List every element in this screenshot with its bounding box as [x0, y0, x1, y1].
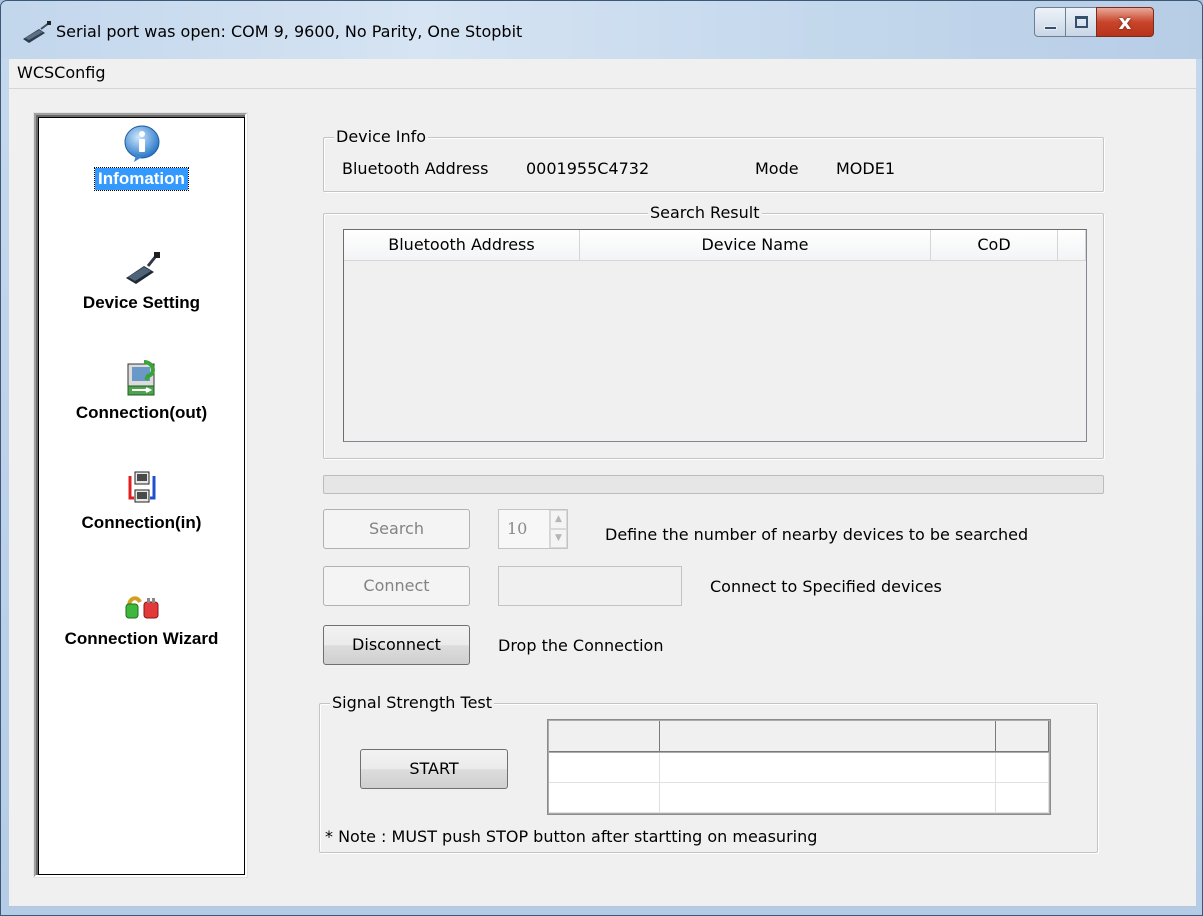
nav-list: Infomation Device Setting Connection(out…: [38, 117, 245, 875]
search-progress-bar: [323, 475, 1104, 494]
start-button[interactable]: START: [360, 749, 508, 789]
menu-bar: WCSConfig: [9, 59, 1196, 89]
nav-item-device-setting[interactable]: Device Setting: [39, 248, 244, 314]
nav-item-connection-wizard[interactable]: Connection Wizard: [39, 584, 244, 650]
device-count-spinner[interactable]: 10 ▲ ▼: [498, 509, 568, 549]
nav-label-connection-out: Connection(out): [75, 403, 208, 422]
nav-label-information: Infomation: [94, 167, 189, 191]
nav-label-device-setting: Device Setting: [82, 293, 201, 312]
search-result-list[interactable]: Bluetooth Address Device Name CoD: [343, 229, 1087, 442]
client-area: Infomation Device Setting Connection(out…: [9, 89, 1196, 907]
column-header-device-name[interactable]: Device Name: [580, 230, 931, 261]
mode-value: MODE1: [836, 159, 896, 178]
disconnect-button[interactable]: Disconnect: [323, 625, 470, 665]
grid-row: [549, 783, 1049, 813]
grid-cell[interactable]: [549, 783, 660, 813]
minimize-button[interactable]: [1034, 7, 1066, 37]
grid-header-cell: [660, 721, 996, 752]
connect-target-field[interactable]: [498, 566, 682, 606]
spinner-down-arrow-icon[interactable]: ▼: [550, 529, 567, 548]
column-header-bluetooth-address[interactable]: Bluetooth Address: [344, 230, 580, 261]
mode-label: Mode: [755, 159, 799, 178]
signal-strength-grid[interactable]: [547, 719, 1051, 815]
bluetooth-address-value: 0001955C4732: [526, 159, 650, 178]
nav-item-connection-out[interactable]: Connection(out): [39, 358, 244, 424]
grid-row: [549, 753, 1049, 783]
nav-label-connection-wizard: Connection Wizard: [64, 629, 219, 648]
search-button[interactable]: Search: [323, 509, 470, 549]
device-count-value: 10: [507, 519, 528, 538]
device-info-group-label: Device Info: [334, 127, 429, 147]
grid-header-row: [549, 721, 1049, 752]
connect-button[interactable]: Connect: [323, 566, 470, 606]
spinner-buttons: ▲ ▼: [549, 510, 567, 548]
signal-test-note: * Note : MUST push STOP button after sta…: [325, 827, 818, 846]
serial-adapter-icon: [125, 252, 160, 284]
connection-in-icon: [128, 471, 155, 503]
search-result-group-label: Search Result: [648, 203, 762, 223]
wizard-plug-icon: [125, 596, 158, 619]
grid-header-cell: [996, 721, 1049, 752]
column-header-filler: [1058, 230, 1086, 261]
maximize-icon: [1075, 16, 1088, 28]
nav-panel: Infomation Device Setting Connection(out…: [34, 113, 247, 877]
search-result-header: Bluetooth Address Device Name CoD: [344, 230, 1086, 261]
title-bar[interactable]: Serial port was open: COM 9, 9600, No Pa…: [1, 1, 1202, 59]
minimize-icon: [1044, 26, 1057, 30]
signal-strength-group-label: Signal Strength Test: [330, 693, 495, 713]
menu-wcsconfig[interactable]: WCSConfig: [14, 63, 108, 82]
grid-cell[interactable]: [996, 753, 1049, 783]
grid-cell[interactable]: [660, 753, 996, 783]
serial-adapter-icon: [23, 21, 51, 43]
window-title: Serial port was open: COM 9, 9600, No Pa…: [56, 22, 523, 41]
spinner-up-arrow-icon[interactable]: ▲: [550, 510, 567, 529]
connect-description: Connect to Specified devices: [710, 577, 942, 596]
nav-label-connection-in: Connection(in): [81, 513, 202, 532]
close-icon: x: [1118, 10, 1132, 34]
close-button[interactable]: x: [1096, 7, 1154, 37]
nav-item-connection-in[interactable]: Connection(in): [39, 468, 244, 534]
app-window: Serial port was open: COM 9, 9600, No Pa…: [0, 0, 1203, 916]
device-info-group: Device Info Bluetooth Address 0001955C47…: [323, 127, 1104, 192]
info-icon: [124, 125, 159, 162]
grid-cell[interactable]: [996, 783, 1049, 813]
search-description: Define the number of nearby devices to b…: [605, 525, 1029, 544]
connection-out-icon: [127, 360, 155, 396]
grid-header-cell: [549, 721, 660, 752]
nav-item-information[interactable]: Infomation: [39, 124, 244, 191]
bluetooth-address-label: Bluetooth Address: [342, 159, 489, 178]
column-header-cod[interactable]: CoD: [931, 230, 1058, 261]
grid-cell[interactable]: [660, 783, 996, 813]
disconnect-description: Drop the Connection: [498, 636, 664, 655]
maximize-button[interactable]: [1065, 7, 1097, 37]
grid-cell[interactable]: [549, 753, 660, 783]
